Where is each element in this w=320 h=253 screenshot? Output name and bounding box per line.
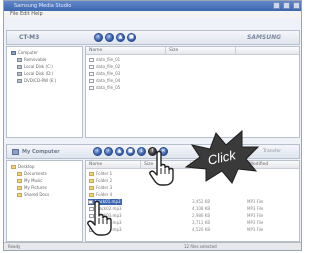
folder-icon xyxy=(89,179,94,183)
column-name[interactable]: Name xyxy=(86,161,141,169)
back-button[interactable]: ‹ xyxy=(93,147,102,156)
size-cell: 4,520 KB xyxy=(192,227,211,232)
tree-item-computer[interactable]: Computer xyxy=(11,50,38,56)
click-callout: Click xyxy=(184,129,260,184)
up-button[interactable]: ▲ xyxy=(116,33,125,42)
size-cell: 3,711 KB xyxy=(192,220,211,225)
list-item[interactable]: data_file_05 xyxy=(89,85,120,91)
pc-label: My Computer xyxy=(22,149,60,155)
folder-icon xyxy=(89,186,94,190)
list-item[interactable]: data_file_03 xyxy=(89,71,120,77)
tree-item-desktop[interactable]: Desktop xyxy=(11,164,35,170)
file-icon xyxy=(89,79,94,83)
status-right: 12 files selected xyxy=(184,244,217,249)
brand-logo: SAMSUNG xyxy=(247,34,282,41)
size-cell: 4,108 KB xyxy=(192,206,211,211)
folder-icon xyxy=(17,179,22,183)
menu-items[interactable]: File Edit Help xyxy=(10,11,43,18)
stop-button[interactable]: ■ xyxy=(127,33,136,42)
list-item[interactable]: data_file_02 xyxy=(89,64,120,70)
type-cell: MP3 File xyxy=(247,213,264,218)
device-file-list[interactable]: Name Size data_file_01 data_file_02 data… xyxy=(85,46,300,138)
folder-icon xyxy=(89,172,94,176)
pc-icon xyxy=(11,51,16,55)
folder-icon xyxy=(11,165,16,169)
tree-item-dvd[interactable]: DVD/CD-RW (E:) xyxy=(17,78,56,84)
tree-item-removable[interactable]: Removable xyxy=(17,57,46,63)
transfer-label: Transfer xyxy=(263,149,282,154)
folder-icon xyxy=(17,172,22,176)
type-cell: MP3 File xyxy=(247,199,264,204)
hand-pointer-icon xyxy=(87,200,112,236)
column-size[interactable]: Size xyxy=(166,47,236,55)
folder-icon xyxy=(89,193,94,197)
type-cell: MP3 File xyxy=(247,220,264,225)
folder-icon xyxy=(17,186,22,190)
tree-item-pictures[interactable]: My Pictures xyxy=(17,185,47,191)
pc-tree-panel[interactable]: Desktop Documents My Music My Pictures S… xyxy=(6,160,83,242)
column-name[interactable]: Name xyxy=(86,47,166,55)
drive-icon xyxy=(17,72,22,76)
close-button[interactable] xyxy=(293,2,300,9)
status-left: Ready xyxy=(8,244,21,249)
tree-item-shared[interactable]: Shared Docs xyxy=(17,192,49,198)
list-item[interactable]: data_file_04 xyxy=(89,78,120,84)
up-button[interactable]: ▲ xyxy=(115,147,124,156)
file-icon xyxy=(89,72,94,76)
device-tree-panel[interactable]: Computer Removable Local Disk (C:) Local… xyxy=(6,46,83,138)
tree-item-documents[interactable]: Documents xyxy=(17,171,47,177)
drive-icon xyxy=(17,65,22,69)
column-filler xyxy=(236,47,299,55)
tree-item-music[interactable]: My Music xyxy=(17,178,42,184)
device-toolbar: CT-M3 ‹ › ▲ ■ SAMSUNG xyxy=(6,30,300,45)
table-row[interactable]: Folder 4 xyxy=(89,192,112,198)
forward-button[interactable]: › xyxy=(104,147,113,156)
maximize-button[interactable] xyxy=(283,2,290,9)
tree-item-disk-c[interactable]: Local Disk (C:) xyxy=(17,64,53,70)
file-icon xyxy=(89,65,94,69)
window-title: Samsung Media Studio xyxy=(14,3,72,9)
download-button[interactable]: ↓ xyxy=(137,147,146,156)
hand-pointer-icon xyxy=(149,150,174,186)
drive-icon xyxy=(17,79,22,83)
forward-button[interactable]: › xyxy=(105,33,114,42)
table-row[interactable]: Folder 1 xyxy=(89,171,112,177)
tree-item-disk-d[interactable]: Local Disk (D:) xyxy=(17,71,53,77)
table-row[interactable]: Folder 3 xyxy=(89,185,112,191)
folder-icon xyxy=(17,193,22,197)
status-bar: Ready 12 files selected xyxy=(4,242,301,250)
minimize-button[interactable] xyxy=(273,2,280,9)
computer-icon xyxy=(12,149,19,155)
table-row[interactable]: Folder 2 xyxy=(89,178,112,184)
app-window: Samsung Media Studio File Edit Help CT-M… xyxy=(3,0,302,251)
stop-button[interactable]: ■ xyxy=(126,147,135,156)
type-cell: MP3 File xyxy=(247,227,264,232)
type-cell: MP3 File xyxy=(247,206,264,211)
list-item[interactable]: data_file_01 xyxy=(89,57,120,63)
file-icon xyxy=(89,86,94,90)
size-cell: 3,452 KB xyxy=(192,199,211,204)
file-icon xyxy=(89,58,94,62)
menu-bar[interactable]: File Edit Help xyxy=(4,11,301,18)
back-button[interactable]: ‹ xyxy=(94,33,103,42)
size-cell: 2,986 KB xyxy=(192,213,211,218)
device-label: CT-M3 xyxy=(19,34,40,41)
drive-icon xyxy=(17,58,22,62)
title-bar: Samsung Media Studio xyxy=(4,1,301,11)
